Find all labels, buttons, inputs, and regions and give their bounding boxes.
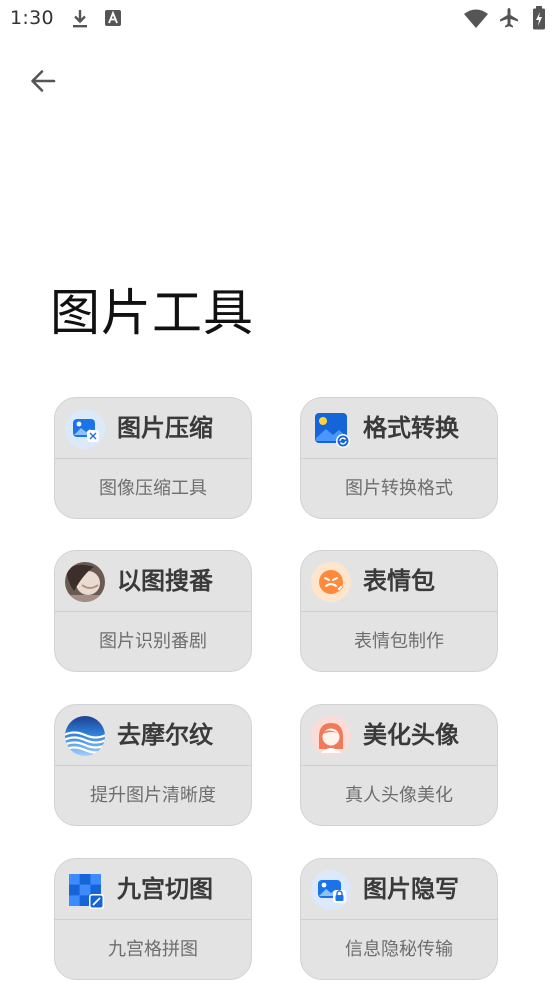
emoji-face-icon	[310, 561, 352, 603]
status-bar: 1:30	[0, 0, 554, 38]
nine-grid-icon	[64, 869, 106, 911]
card-subtitle: 图片转换格式	[345, 478, 453, 499]
card-subtitle: 图像压缩工具	[99, 478, 207, 499]
card-header: 去摩尔纹	[55, 705, 251, 766]
card-header: 美化头像	[301, 705, 497, 766]
status-time: 1:30	[10, 7, 54, 29]
download-icon	[70, 8, 90, 34]
card-title: 图片压缩	[117, 414, 213, 442]
tool-card-compress[interactable]: 图片压缩 图像压缩工具	[54, 397, 252, 519]
card-title: 去摩尔纹	[117, 721, 213, 749]
card-title: 美化头像	[363, 721, 459, 749]
tool-card-search[interactable]: 以图搜番 图片识别番剧	[54, 550, 252, 672]
image-compress-icon	[64, 408, 106, 450]
card-title: 以图搜番	[117, 567, 213, 595]
card-header: 图片压缩	[55, 398, 251, 459]
airplane-mode-icon	[498, 7, 520, 33]
card-title: 格式转换	[363, 414, 459, 442]
tool-card-convert[interactable]: 格式转换 图片转换格式	[300, 397, 498, 519]
image-lock-icon	[310, 869, 352, 911]
card-subtitle: 提升图片清晰度	[90, 785, 216, 806]
avatar-beautify-icon	[310, 715, 352, 757]
tool-card-grid[interactable]: 九宫切图 九宫格拼图	[54, 858, 252, 980]
anime-search-icon	[64, 561, 106, 603]
page-title: 图片工具	[50, 284, 254, 342]
tool-card-hide[interactable]: 图片隐写 信息隐秘传输	[300, 858, 498, 980]
card-subtitle: 真人头像美化	[345, 785, 453, 806]
card-header: 图片隐写	[301, 859, 497, 920]
card-title: 九宫切图	[117, 875, 213, 903]
card-title: 图片隐写	[363, 875, 459, 903]
arrow-left-icon	[31, 70, 56, 92]
card-title: 表情包	[363, 567, 435, 595]
card-subtitle: 信息隐秘传输	[345, 939, 453, 960]
card-header: 以图搜番	[55, 551, 251, 612]
tool-card-emoji[interactable]: 表情包 表情包制作	[300, 550, 498, 672]
card-header: 表情包	[301, 551, 497, 612]
text-a-icon	[104, 9, 122, 31]
card-subtitle: 九宫格拼图	[108, 939, 198, 960]
card-header: 格式转换	[301, 398, 497, 459]
moire-wave-icon	[64, 715, 106, 757]
card-subtitle: 表情包制作	[354, 631, 444, 652]
tool-card-moire[interactable]: 去摩尔纹 提升图片清晰度	[54, 704, 252, 826]
wifi-icon	[463, 9, 489, 33]
card-subtitle: 图片识别番剧	[99, 631, 207, 652]
card-header: 九宫切图	[55, 859, 251, 920]
back-button[interactable]	[22, 60, 64, 102]
battery-charging-icon	[532, 6, 546, 34]
tool-card-avatar[interactable]: 美化头像 真人头像美化	[300, 704, 498, 826]
format-convert-icon	[310, 408, 352, 450]
